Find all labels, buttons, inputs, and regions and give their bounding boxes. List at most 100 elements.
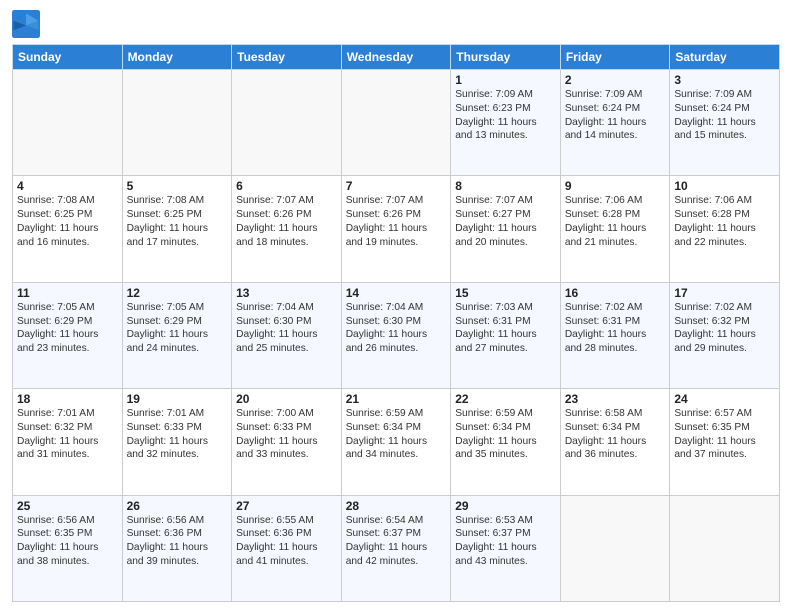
calendar-cell: 6Sunrise: 7:07 AMSunset: 6:26 PMDaylight… bbox=[232, 176, 342, 282]
calendar-week-row: 4Sunrise: 7:08 AMSunset: 6:25 PMDaylight… bbox=[13, 176, 780, 282]
calendar-cell: 17Sunrise: 7:02 AMSunset: 6:32 PMDayligh… bbox=[670, 282, 780, 388]
day-number: 1 bbox=[455, 73, 556, 87]
day-number: 2 bbox=[565, 73, 666, 87]
calendar-cell: 3Sunrise: 7:09 AMSunset: 6:24 PMDaylight… bbox=[670, 70, 780, 176]
day-info: Sunrise: 7:09 AMSunset: 6:24 PMDaylight:… bbox=[565, 88, 666, 143]
page: SundayMondayTuesdayWednesdayThursdayFrid… bbox=[0, 0, 792, 612]
day-info: Sunrise: 6:58 AMSunset: 6:34 PMDaylight:… bbox=[565, 407, 666, 462]
calendar-cell: 20Sunrise: 7:00 AMSunset: 6:33 PMDayligh… bbox=[232, 389, 342, 495]
calendar-cell: 25Sunrise: 6:56 AMSunset: 6:35 PMDayligh… bbox=[13, 495, 123, 601]
day-number: 5 bbox=[127, 179, 228, 193]
calendar-cell: 22Sunrise: 6:59 AMSunset: 6:34 PMDayligh… bbox=[451, 389, 561, 495]
day-info: Sunrise: 6:53 AMSunset: 6:37 PMDaylight:… bbox=[455, 514, 556, 569]
calendar-cell: 14Sunrise: 7:04 AMSunset: 6:30 PMDayligh… bbox=[341, 282, 451, 388]
day-number: 27 bbox=[236, 499, 337, 513]
day-number: 11 bbox=[17, 286, 118, 300]
day-of-week-header: Friday bbox=[560, 45, 670, 70]
day-number: 20 bbox=[236, 392, 337, 406]
day-of-week-header: Saturday bbox=[670, 45, 780, 70]
day-info: Sunrise: 6:57 AMSunset: 6:35 PMDaylight:… bbox=[674, 407, 775, 462]
day-info: Sunrise: 7:01 AMSunset: 6:32 PMDaylight:… bbox=[17, 407, 118, 462]
calendar-cell: 2Sunrise: 7:09 AMSunset: 6:24 PMDaylight… bbox=[560, 70, 670, 176]
day-info: Sunrise: 7:06 AMSunset: 6:28 PMDaylight:… bbox=[565, 194, 666, 249]
day-info: Sunrise: 7:06 AMSunset: 6:28 PMDaylight:… bbox=[674, 194, 775, 249]
calendar-cell: 1Sunrise: 7:09 AMSunset: 6:23 PMDaylight… bbox=[451, 70, 561, 176]
day-number: 8 bbox=[455, 179, 556, 193]
calendar-cell: 12Sunrise: 7:05 AMSunset: 6:29 PMDayligh… bbox=[122, 282, 232, 388]
day-info: Sunrise: 7:02 AMSunset: 6:32 PMDaylight:… bbox=[674, 301, 775, 356]
calendar-cell: 27Sunrise: 6:55 AMSunset: 6:36 PMDayligh… bbox=[232, 495, 342, 601]
day-number: 4 bbox=[17, 179, 118, 193]
day-number: 23 bbox=[565, 392, 666, 406]
day-info: Sunrise: 7:05 AMSunset: 6:29 PMDaylight:… bbox=[17, 301, 118, 356]
calendar-cell: 10Sunrise: 7:06 AMSunset: 6:28 PMDayligh… bbox=[670, 176, 780, 282]
calendar-cell: 4Sunrise: 7:08 AMSunset: 6:25 PMDaylight… bbox=[13, 176, 123, 282]
day-number: 9 bbox=[565, 179, 666, 193]
day-info: Sunrise: 7:04 AMSunset: 6:30 PMDaylight:… bbox=[236, 301, 337, 356]
day-number: 29 bbox=[455, 499, 556, 513]
calendar-cell: 11Sunrise: 7:05 AMSunset: 6:29 PMDayligh… bbox=[13, 282, 123, 388]
calendar-cell bbox=[341, 70, 451, 176]
day-number: 24 bbox=[674, 392, 775, 406]
calendar-cell: 8Sunrise: 7:07 AMSunset: 6:27 PMDaylight… bbox=[451, 176, 561, 282]
calendar-week-row: 1Sunrise: 7:09 AMSunset: 6:23 PMDaylight… bbox=[13, 70, 780, 176]
calendar-cell bbox=[560, 495, 670, 601]
day-info: Sunrise: 7:07 AMSunset: 6:27 PMDaylight:… bbox=[455, 194, 556, 249]
calendar-cell: 26Sunrise: 6:56 AMSunset: 6:36 PMDayligh… bbox=[122, 495, 232, 601]
day-of-week-header: Thursday bbox=[451, 45, 561, 70]
calendar-cell: 18Sunrise: 7:01 AMSunset: 6:32 PMDayligh… bbox=[13, 389, 123, 495]
calendar-body: 1Sunrise: 7:09 AMSunset: 6:23 PMDaylight… bbox=[13, 70, 780, 602]
day-number: 12 bbox=[127, 286, 228, 300]
day-number: 15 bbox=[455, 286, 556, 300]
calendar-cell: 15Sunrise: 7:03 AMSunset: 6:31 PMDayligh… bbox=[451, 282, 561, 388]
day-number: 17 bbox=[674, 286, 775, 300]
day-of-week-header: Wednesday bbox=[341, 45, 451, 70]
calendar-header-row: SundayMondayTuesdayWednesdayThursdayFrid… bbox=[13, 45, 780, 70]
day-info: Sunrise: 6:54 AMSunset: 6:37 PMDaylight:… bbox=[346, 514, 447, 569]
day-number: 16 bbox=[565, 286, 666, 300]
generalblue-icon bbox=[12, 10, 40, 38]
calendar-cell: 9Sunrise: 7:06 AMSunset: 6:28 PMDaylight… bbox=[560, 176, 670, 282]
day-info: Sunrise: 6:56 AMSunset: 6:35 PMDaylight:… bbox=[17, 514, 118, 569]
day-number: 25 bbox=[17, 499, 118, 513]
calendar-week-row: 18Sunrise: 7:01 AMSunset: 6:32 PMDayligh… bbox=[13, 389, 780, 495]
day-info: Sunrise: 7:08 AMSunset: 6:25 PMDaylight:… bbox=[127, 194, 228, 249]
calendar-cell: 21Sunrise: 6:59 AMSunset: 6:34 PMDayligh… bbox=[341, 389, 451, 495]
day-info: Sunrise: 7:01 AMSunset: 6:33 PMDaylight:… bbox=[127, 407, 228, 462]
day-number: 14 bbox=[346, 286, 447, 300]
day-of-week-header: Tuesday bbox=[232, 45, 342, 70]
calendar-cell bbox=[670, 495, 780, 601]
calendar-cell bbox=[232, 70, 342, 176]
day-number: 3 bbox=[674, 73, 775, 87]
calendar-cell: 24Sunrise: 6:57 AMSunset: 6:35 PMDayligh… bbox=[670, 389, 780, 495]
calendar-table: SundayMondayTuesdayWednesdayThursdayFrid… bbox=[12, 44, 780, 602]
day-number: 22 bbox=[455, 392, 556, 406]
day-number: 21 bbox=[346, 392, 447, 406]
calendar-cell: 19Sunrise: 7:01 AMSunset: 6:33 PMDayligh… bbox=[122, 389, 232, 495]
calendar-week-row: 25Sunrise: 6:56 AMSunset: 6:35 PMDayligh… bbox=[13, 495, 780, 601]
calendar-cell: 13Sunrise: 7:04 AMSunset: 6:30 PMDayligh… bbox=[232, 282, 342, 388]
logo bbox=[12, 10, 44, 38]
day-number: 26 bbox=[127, 499, 228, 513]
day-number: 7 bbox=[346, 179, 447, 193]
day-info: Sunrise: 7:07 AMSunset: 6:26 PMDaylight:… bbox=[236, 194, 337, 249]
day-info: Sunrise: 7:08 AMSunset: 6:25 PMDaylight:… bbox=[17, 194, 118, 249]
day-info: Sunrise: 6:59 AMSunset: 6:34 PMDaylight:… bbox=[346, 407, 447, 462]
day-info: Sunrise: 7:07 AMSunset: 6:26 PMDaylight:… bbox=[346, 194, 447, 249]
day-number: 13 bbox=[236, 286, 337, 300]
day-number: 19 bbox=[127, 392, 228, 406]
day-info: Sunrise: 7:09 AMSunset: 6:23 PMDaylight:… bbox=[455, 88, 556, 143]
day-info: Sunrise: 7:00 AMSunset: 6:33 PMDaylight:… bbox=[236, 407, 337, 462]
calendar-cell: 16Sunrise: 7:02 AMSunset: 6:31 PMDayligh… bbox=[560, 282, 670, 388]
day-number: 10 bbox=[674, 179, 775, 193]
day-number: 28 bbox=[346, 499, 447, 513]
day-number: 6 bbox=[236, 179, 337, 193]
calendar-cell bbox=[13, 70, 123, 176]
day-info: Sunrise: 7:02 AMSunset: 6:31 PMDaylight:… bbox=[565, 301, 666, 356]
day-of-week-header: Sunday bbox=[13, 45, 123, 70]
calendar-cell: 5Sunrise: 7:08 AMSunset: 6:25 PMDaylight… bbox=[122, 176, 232, 282]
day-info: Sunrise: 7:04 AMSunset: 6:30 PMDaylight:… bbox=[346, 301, 447, 356]
day-info: Sunrise: 7:05 AMSunset: 6:29 PMDaylight:… bbox=[127, 301, 228, 356]
header bbox=[12, 10, 780, 38]
day-of-week-header: Monday bbox=[122, 45, 232, 70]
